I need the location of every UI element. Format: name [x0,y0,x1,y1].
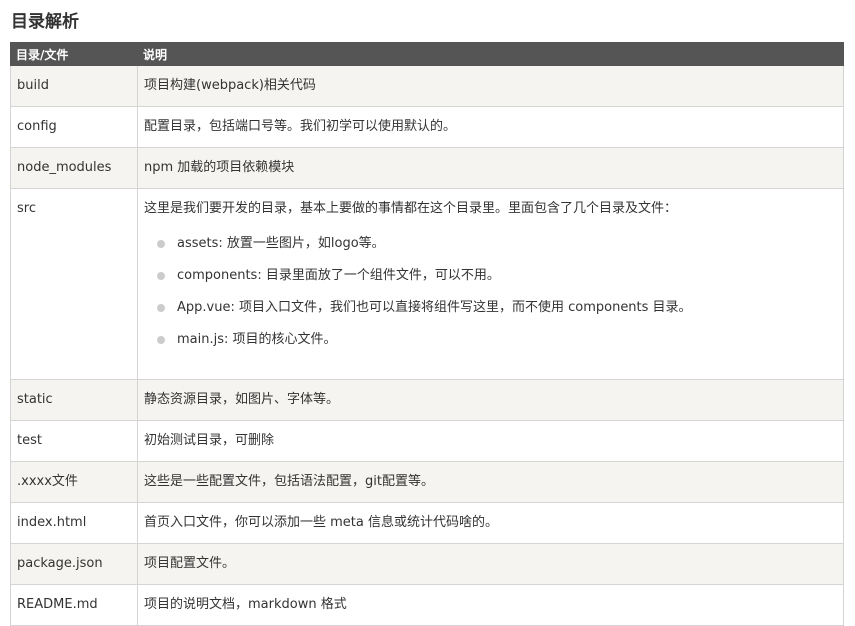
row-name: index.html [10,502,138,544]
row-description: npm 加载的项目依赖模块 [137,147,844,189]
row-description-cell: 这里是我们要开发的目录，基本上要做的事情都在这个目录里。里面包含了几个目录及文件… [137,188,844,380]
table-row: build 项目构建(webpack)相关代码 [10,65,844,107]
row-description: 这里是我们要开发的目录，基本上要做的事情都在这个目录里。里面包含了几个目录及文件… [144,201,678,216]
row-description: 项目配置文件。 [137,543,844,585]
bullet-dot-icon [157,272,165,280]
row-description: 这些是一些配置文件，包括语法配置，git配置等。 [137,461,844,503]
row-name: test [10,420,138,462]
column-header-description: 说明 [137,42,844,66]
row-name: build [10,65,138,107]
list-item-text: components: 目录里面放了一个组件文件，可以不用。 [177,268,500,283]
row-name: config [10,106,138,148]
list-item: components: 目录里面放了一个组件文件，可以不用。 [157,260,837,292]
row-name: static [10,379,138,421]
table-row: .xxxx文件 这些是一些配置文件，包括语法配置，git配置等。 [10,461,844,503]
table-row: static 静态资源目录，如图片、字体等。 [10,379,844,421]
page-title: 目录解析 [11,12,79,32]
list-item-text: App.vue: 项目入口文件，我们也可以直接将组件写这里，而不使用 compo… [177,300,692,315]
row-name: src [10,188,138,380]
table-row: src 这里是我们要开发的目录，基本上要做的事情都在这个目录里。里面包含了几个目… [10,188,844,380]
list-item-text: assets: 放置一些图片，如logo等。 [177,236,385,251]
row-name: package.json [10,543,138,585]
list-item: assets: 放置一些图片，如logo等。 [157,228,837,260]
row-description: 静态资源目录，如图片、字体等。 [137,379,844,421]
table-row: index.html 首页入口文件，你可以添加一些 meta 信息或统计代码啥的… [10,502,844,544]
row-description: 项目构建(webpack)相关代码 [137,65,844,107]
column-header-name: 目录/文件 [10,42,138,66]
table-row: package.json 项目配置文件。 [10,543,844,585]
row-name: README.md [10,584,138,626]
bullet-dot-icon [157,336,165,344]
row-name: .xxxx文件 [10,461,138,503]
row-description: 首页入口文件，你可以添加一些 meta 信息或统计代码啥的。 [137,502,844,544]
list-item-text: main.js: 项目的核心文件。 [177,332,337,347]
row-description: 项目的说明文档，markdown 格式 [137,584,844,626]
table-row: README.md 项目的说明文档，markdown 格式 [10,584,844,626]
directory-table: 目录/文件 说明 build 项目构建(webpack)相关代码 config … [10,42,844,626]
src-file-list: assets: 放置一些图片，如logo等。 components: 目录里面放… [144,228,837,356]
table-row: node_modules npm 加载的项目依赖模块 [10,147,844,189]
list-item: App.vue: 项目入口文件，我们也可以直接将组件写这里，而不使用 compo… [157,292,837,324]
row-description: 初始测试目录，可删除 [137,420,844,462]
bullet-dot-icon [157,304,165,312]
list-item: main.js: 项目的核心文件。 [157,324,837,356]
row-description: 配置目录，包括端口号等。我们初学可以使用默认的。 [137,106,844,148]
table-row: config 配置目录，包括端口号等。我们初学可以使用默认的。 [10,106,844,148]
table-header-row: 目录/文件 说明 [10,42,844,66]
bullet-dot-icon [157,240,165,248]
table-row: test 初始测试目录，可删除 [10,420,844,462]
row-name: node_modules [10,147,138,189]
